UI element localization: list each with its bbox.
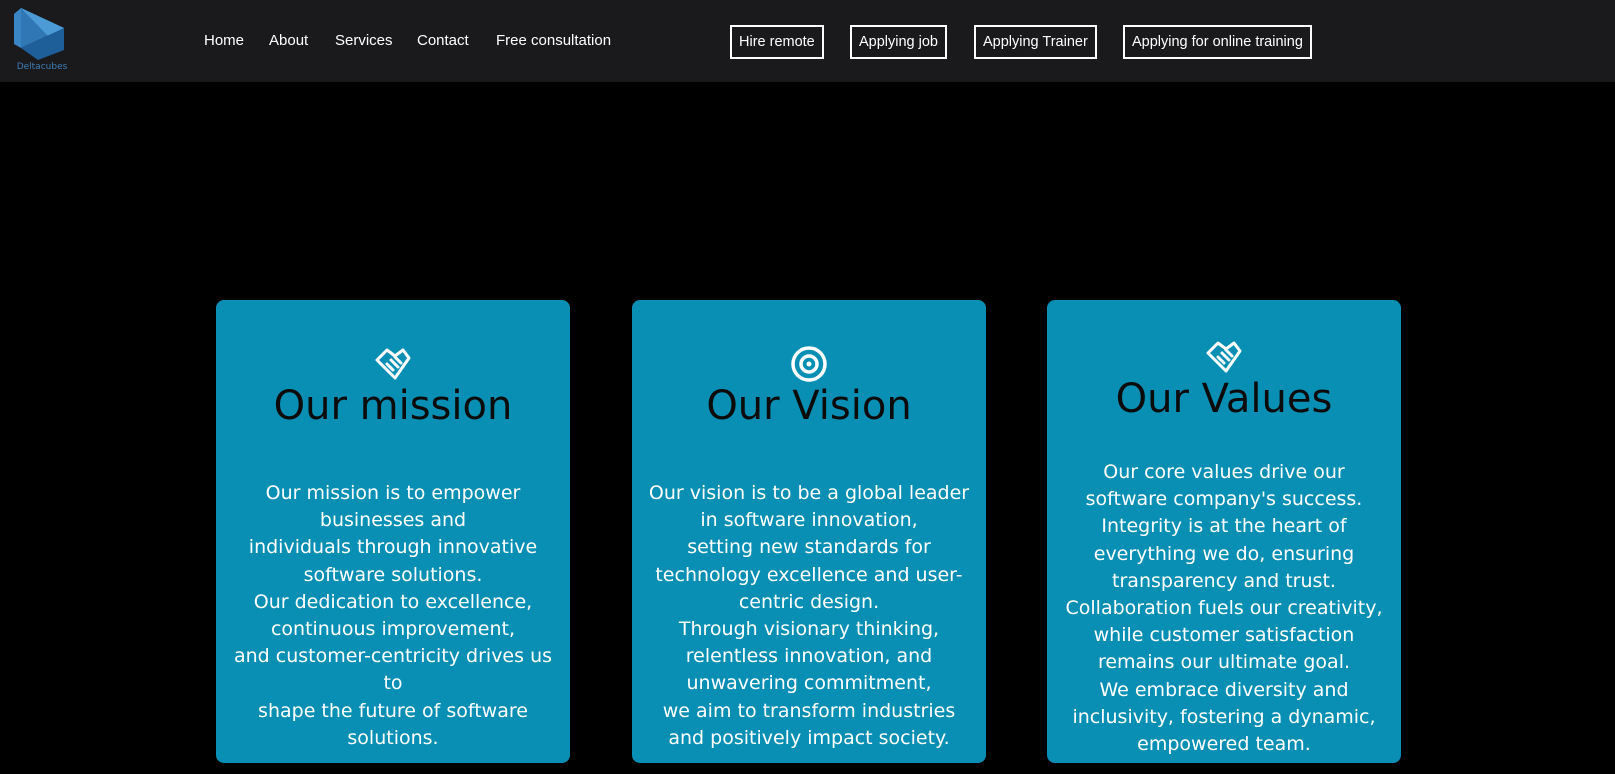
nav-link-services[interactable]: Services [335, 32, 393, 49]
vision-title: Our Vision [706, 383, 912, 429]
vision-text: Our vision is to be a global leader in s… [648, 482, 970, 749]
vision-card: Our Vision Our vision is to be a global … [632, 300, 986, 763]
applying-online-training-button[interactable]: Applying for online training [1123, 25, 1312, 59]
handshake-icon [1204, 337, 1244, 377]
top-navigation-bar: Deltacubes Home About Services Contact F… [0, 0, 1615, 82]
hire-remote-button[interactable]: Hire remote [730, 25, 824, 59]
mission-card: Our mission Our mission is to empower bu… [216, 300, 570, 763]
brand-logo[interactable]: Deltacubes [14, 6, 70, 80]
applying-trainer-button[interactable]: Applying Trainer [974, 25, 1097, 59]
logo-cube-icon [14, 8, 64, 60]
mission-title: Our mission [273, 383, 513, 429]
target-icon [789, 344, 829, 384]
brand-name: Deltacubes [16, 62, 68, 72]
nav-link-contact[interactable]: Contact [417, 32, 469, 49]
values-text: Our core values drive our software compa… [1065, 461, 1383, 756]
mission-text: Our mission is to empower businesses and… [233, 482, 553, 749]
handshake-icon [373, 344, 413, 384]
applying-job-button[interactable]: Applying job [850, 25, 947, 59]
nav-link-free-consultation[interactable]: Free consultation [496, 32, 611, 49]
values-card: Our Values Our core values drive our sof… [1047, 300, 1401, 763]
values-title: Our Values [1115, 376, 1333, 422]
nav-link-home[interactable]: Home [204, 32, 244, 49]
nav-link-about[interactable]: About [269, 32, 308, 49]
